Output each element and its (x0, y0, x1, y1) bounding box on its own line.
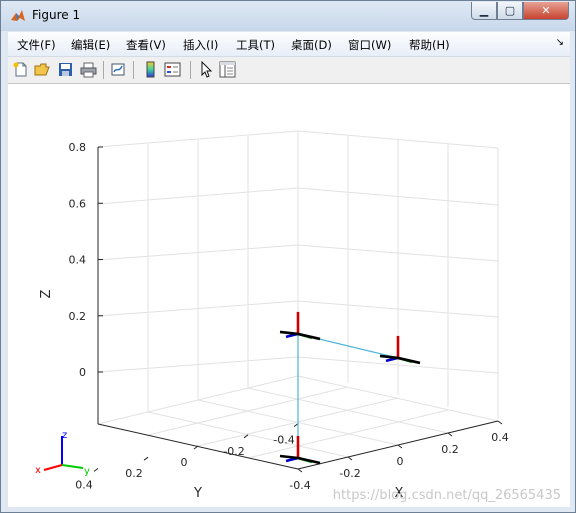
menu-bar: 文件(F) 编辑(E) 查看(V) 插入(I) 工具(T) 桌面(D) 窗口(W… (8, 32, 570, 57)
triad-x-label: x (35, 465, 41, 476)
triad-y-line (61, 464, 84, 469)
menu-view[interactable]: 查看(V) (126, 37, 166, 53)
y-tick-label: 0.2 (125, 467, 143, 480)
legend-icon[interactable] (164, 61, 181, 78)
figure-window: Figure 1 ▁ ▢ ✕ 文件(F) 编辑(E) 查看(V) 插入(I) 工… (0, 0, 576, 513)
frame-axis-black (379, 354, 399, 360)
y-tick-label: 0.4 (75, 478, 93, 491)
z-tick-label: 0.4 (69, 254, 87, 267)
z-tick-label: 0.8 (69, 141, 87, 154)
triad-x-line (43, 464, 63, 471)
x-tick-mark (347, 456, 353, 461)
open-icon[interactable] (34, 61, 51, 78)
y-tick-label: -0.4 (273, 434, 294, 447)
axis-ticks: 0 0.2 0.4 0.6 0.8 -0.4 -0.2 0 0.2 0.4 -0.4 -0.2 0 0.2… (69, 141, 509, 492)
maximize-button[interactable]: ▢ (497, 2, 523, 20)
y-axis-label: Y (193, 486, 202, 501)
toolbar-separator (103, 61, 104, 79)
frame-axis-black (279, 330, 299, 336)
axes-3d[interactable]: 0 0.2 0.4 0.6 0.8 -0.4 -0.2 0 0.2 0.4 -0.4 -0.2 0 0.2… (8, 84, 570, 507)
menu-help[interactable]: 帮助(H) (409, 37, 450, 53)
toolbar (8, 57, 570, 84)
x-tick-label: 0 (397, 455, 404, 468)
y-tick-mark (143, 456, 149, 461)
x-tick-mark (497, 420, 503, 425)
menu-insert[interactable]: 插入(I) (183, 37, 218, 53)
close-icon: ✕ (541, 4, 551, 17)
orientation-triad: z x y (35, 430, 90, 477)
menu-tools[interactable]: 工具(T) (236, 37, 275, 53)
coordinate-frame (379, 335, 421, 365)
colorbar-icon[interactable] (142, 61, 159, 78)
watermark: https://blog.csdn.net/qq_26565435 (333, 488, 561, 503)
print-icon[interactable] (80, 61, 97, 78)
x-tick-mark (397, 444, 403, 449)
x-tick-mark (297, 468, 303, 473)
z-axis-label: Z (39, 289, 54, 298)
minimize-button[interactable]: ▁ (471, 2, 497, 20)
link-plot-icon[interactable] (110, 61, 127, 78)
minimize-icon: ▁ (479, 4, 489, 17)
y-tick-label: -0.2 (223, 445, 244, 458)
frame-axis-black (279, 454, 299, 460)
y-tick-mark (93, 467, 99, 472)
maximize-icon: ▢ (504, 4, 516, 17)
menu-desktop[interactable]: 桌面(D) (291, 37, 332, 53)
toolbar-separator (133, 61, 134, 79)
close-button[interactable]: ✕ (523, 2, 569, 20)
z-tick-label: 0 (79, 366, 86, 379)
matlab-icon (11, 10, 25, 21)
window-title: Figure 1 (32, 8, 81, 22)
x-tick-label: -0.2 (339, 467, 360, 480)
title-bar[interactable]: Figure 1 ▁ ▢ ✕ (1, 1, 575, 31)
figure-canvas[interactable]: 0 0.2 0.4 0.6 0.8 -0.4 -0.2 0 0.2 0.4 -0.4 -0.2 0 0.2… (8, 84, 570, 507)
z-tick-label: 0.2 (69, 310, 87, 323)
save-icon[interactable] (57, 61, 74, 78)
menu-edit[interactable]: 编辑(E) (71, 37, 110, 53)
x-tick-label: 0.2 (441, 443, 459, 456)
menu-window[interactable]: 窗口(W) (348, 37, 391, 53)
property-inspector-icon[interactable] (219, 61, 236, 78)
triad-y-label: y (84, 466, 90, 477)
x-tick-mark (447, 432, 453, 437)
y-tick-label: 0 (181, 456, 188, 469)
toolbar-separator (190, 61, 191, 79)
edit-plot-icon[interactable] (198, 61, 215, 78)
dock-arrow-icon[interactable]: ↘ (556, 37, 564, 48)
x-tick-label: -0.4 (289, 479, 310, 492)
new-figure-icon[interactable] (12, 61, 29, 78)
triad-z-label: z (62, 430, 67, 441)
z-tick-label: 0.6 (69, 197, 87, 210)
x-tick-label: 0.4 (491, 431, 509, 444)
coordinate-frame (279, 311, 321, 341)
menu-file[interactable]: 文件(F) (17, 37, 56, 53)
